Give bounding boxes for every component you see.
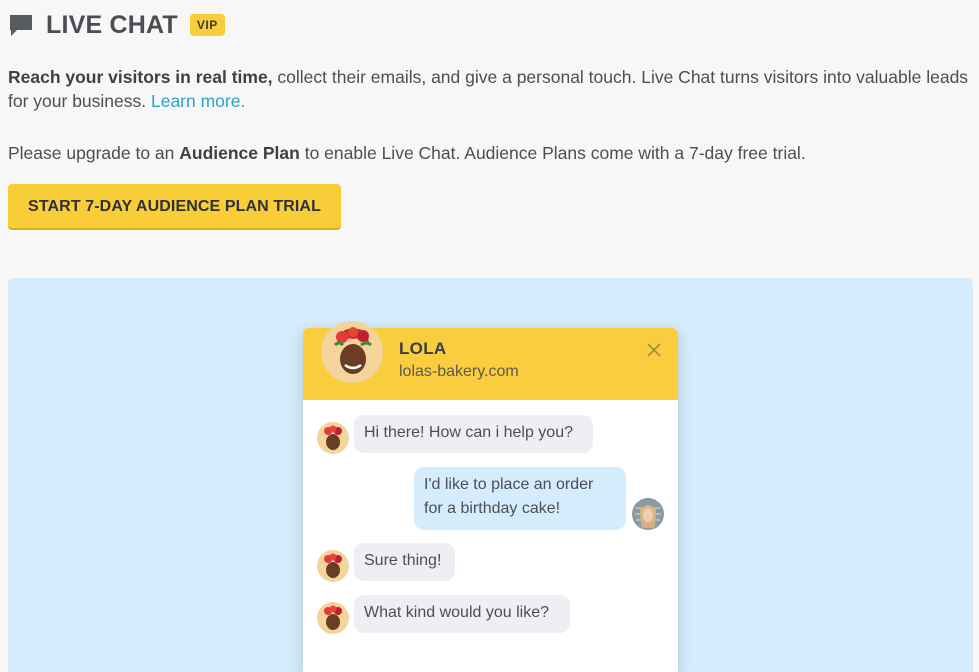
agent-site: lolas-bakery.com xyxy=(399,363,519,380)
agent-avatar-small xyxy=(317,602,349,634)
chat-message: I'd like to place an order for a birthda… xyxy=(414,467,626,530)
chat-bubble-icon xyxy=(10,15,32,36)
upgrade-plan: Audience Plan xyxy=(179,143,300,163)
agent-avatar xyxy=(321,321,383,383)
chat-message: Sure thing! xyxy=(354,543,455,581)
intro-paragraph: Reach your visitors in real time, collec… xyxy=(8,65,973,113)
chat-message: What kind would you like? xyxy=(354,595,570,633)
close-icon[interactable] xyxy=(644,340,664,360)
page-header: LIVE CHAT VIP xyxy=(8,10,225,40)
page-title: LIVE CHAT xyxy=(46,10,178,39)
start-trial-button[interactable]: START 7-DAY AUDIENCE PLAN TRIAL xyxy=(8,184,341,228)
agent-name: LOLA xyxy=(399,339,447,358)
intro-bold: Reach your visitors in real time, xyxy=(8,67,273,87)
upgrade-paragraph: Please upgrade to an Audience Plan to en… xyxy=(8,141,973,165)
upgrade-post: to enable Live Chat. Audience Plans come… xyxy=(299,143,806,163)
visitor-avatar xyxy=(632,498,664,530)
agent-avatar-small xyxy=(317,550,349,582)
chat-message: Hi there! How can i help you? xyxy=(354,415,593,453)
learn-more-link[interactable]: Learn more. xyxy=(151,91,245,111)
vip-badge: VIP xyxy=(189,14,225,36)
upgrade-pre: Please upgrade to an xyxy=(8,143,180,163)
agent-avatar-small xyxy=(317,422,349,454)
